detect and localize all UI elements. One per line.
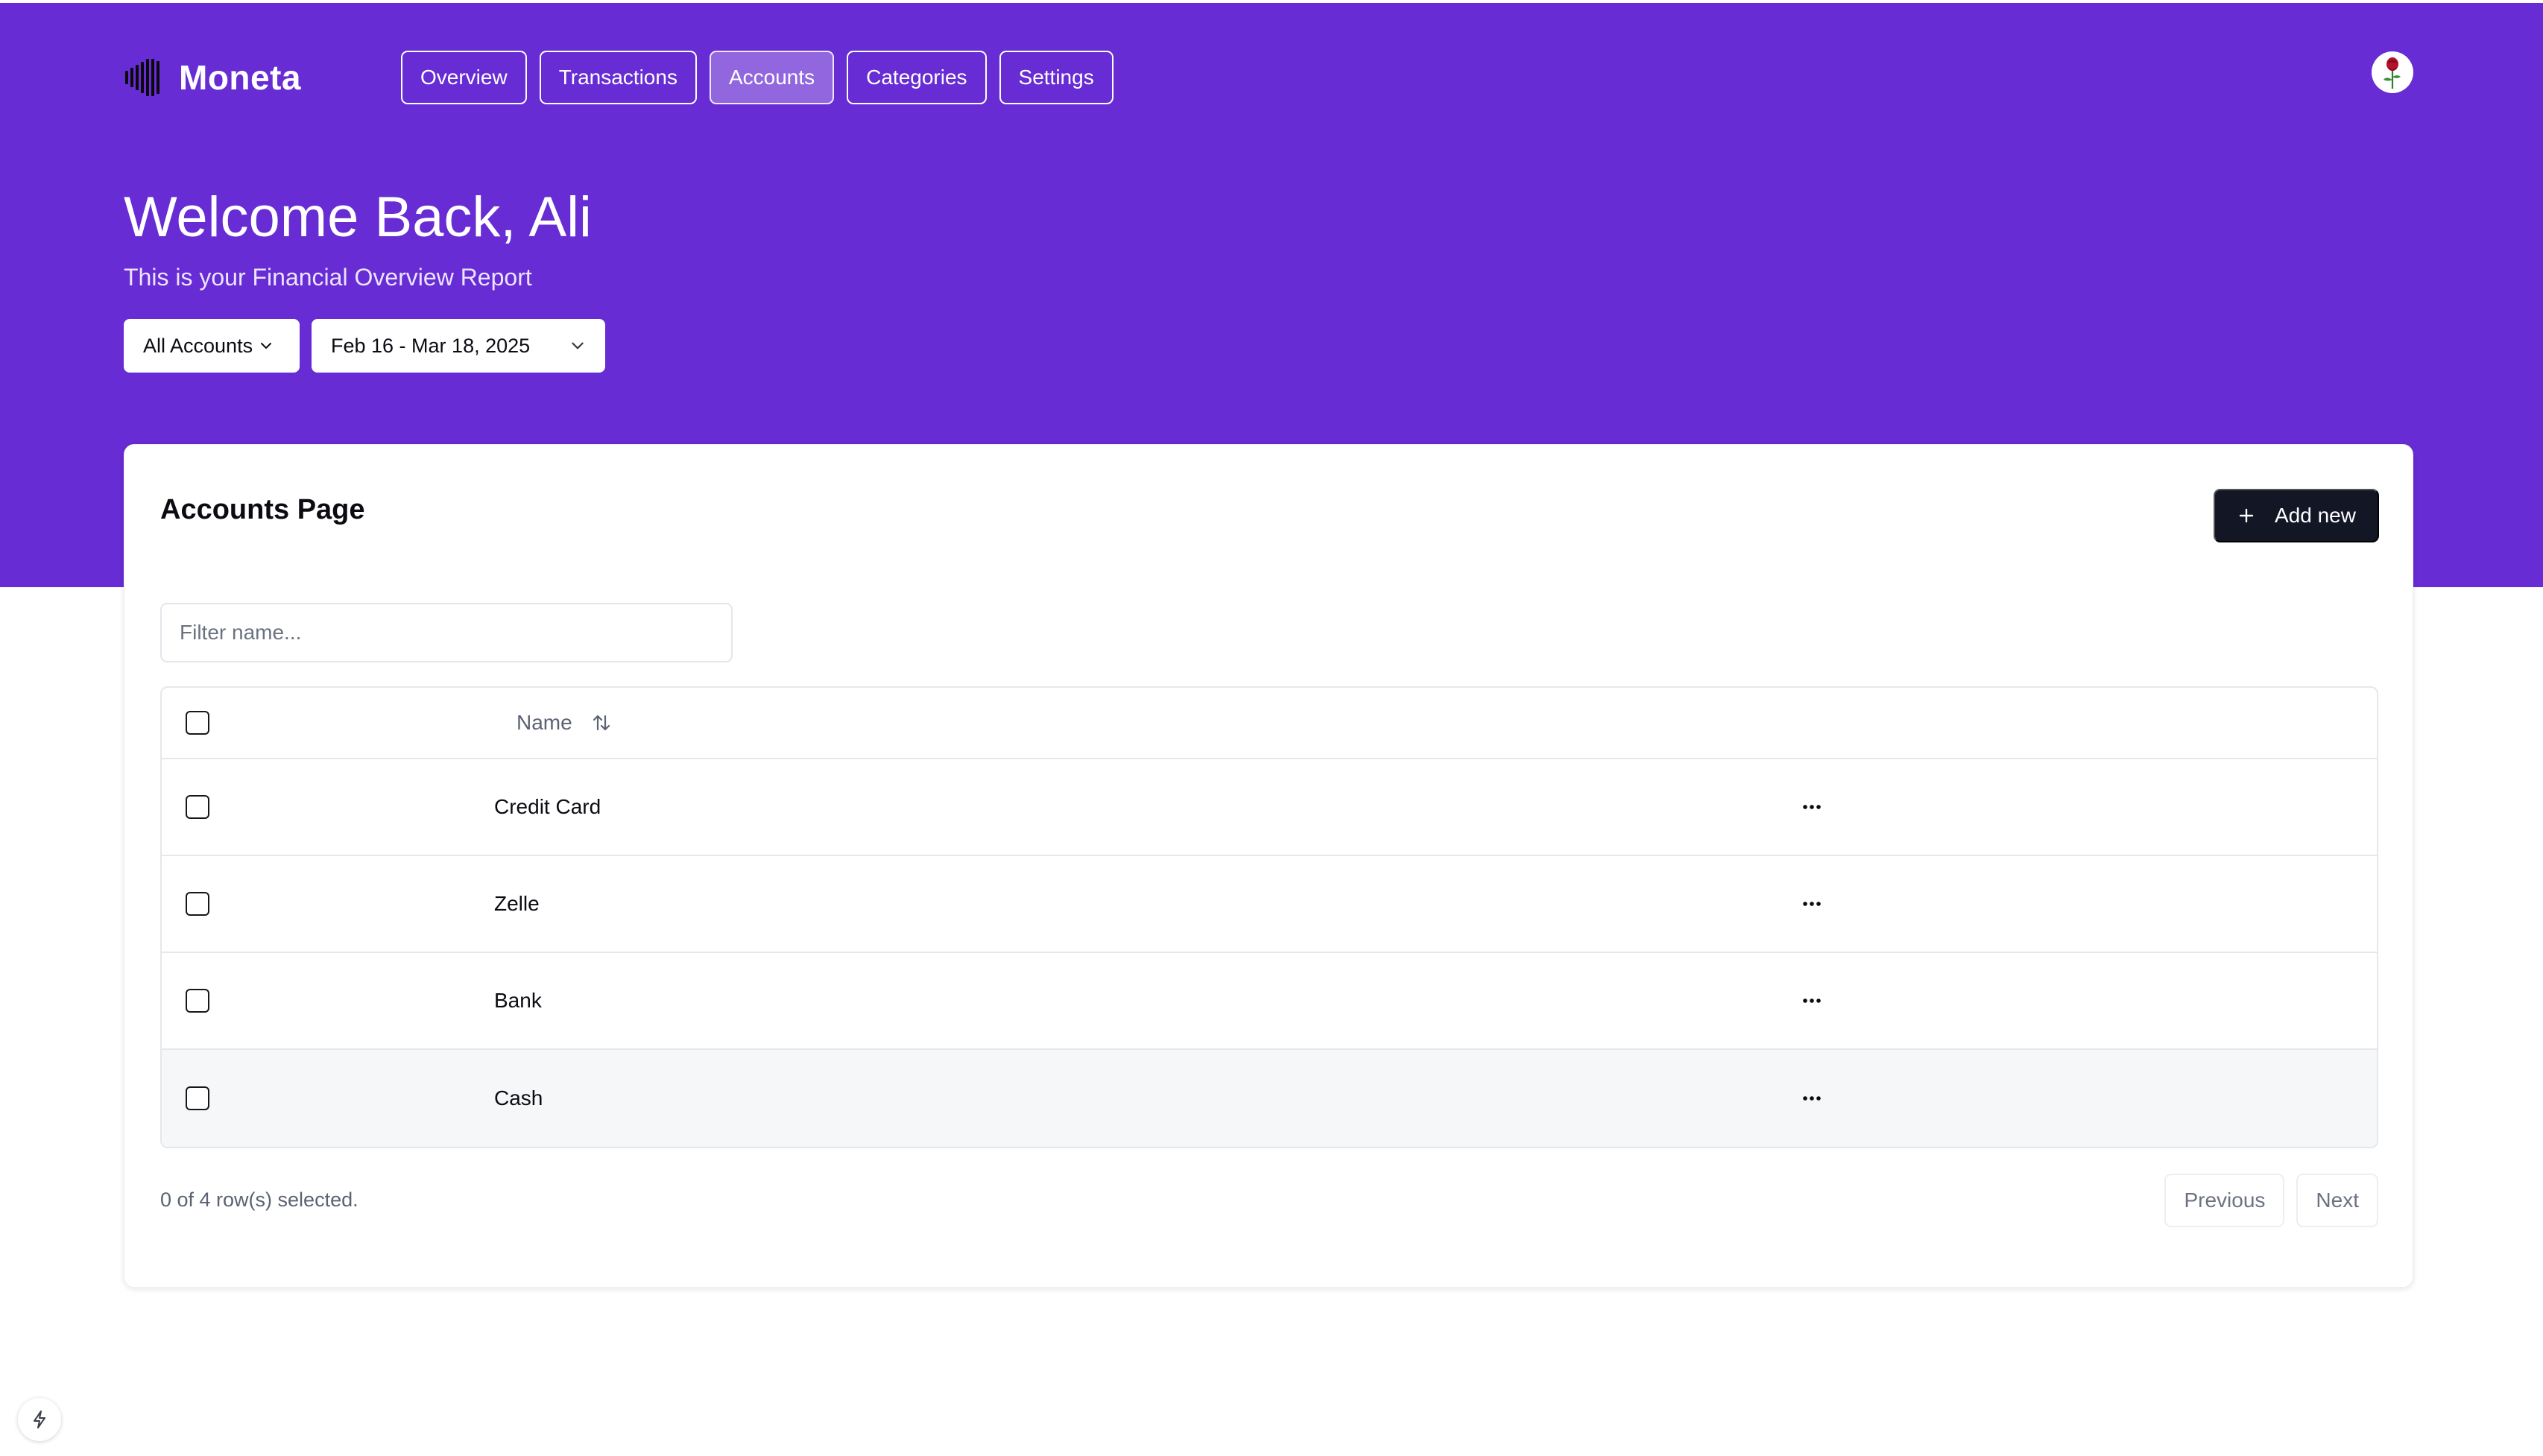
logo-icon — [125, 58, 162, 97]
page-title: Accounts Page — [160, 494, 365, 525]
date-range-value: Feb 16 - Mar 18, 2025 — [331, 334, 531, 357]
account-name: Zelle — [494, 892, 540, 915]
nav-transactions[interactable]: Transactions — [539, 51, 697, 104]
more-actions-icon[interactable] — [1794, 1080, 1830, 1116]
add-new-label: Add new — [2275, 504, 2356, 527]
filter-bar: All Accounts Feb 16 - Mar 18, 2025 — [124, 319, 605, 373]
avatar[interactable] — [2372, 51, 2413, 93]
filter-name-input[interactable] — [160, 603, 733, 662]
accounts-table: Name Credit Card Zelle Bank Cash — [160, 686, 2378, 1148]
chevron-down-icon — [572, 342, 584, 349]
account-name: Credit Card — [494, 795, 601, 818]
welcome-heading: Welcome Back, Ali — [124, 186, 592, 249]
previous-button[interactable]: Previous — [2164, 1174, 2285, 1227]
nav-accounts[interactable]: Accounts — [709, 51, 835, 104]
chevron-down-icon — [261, 343, 272, 349]
date-range-select[interactable]: Feb 16 - Mar 18, 2025 — [312, 319, 605, 373]
nav-overview[interactable]: Overview — [401, 51, 527, 104]
account-select-value: All Accounts — [143, 334, 253, 357]
app-name: Moneta — [179, 58, 301, 97]
table-header: Name — [162, 688, 2377, 759]
main-nav: Overview Transactions Accounts Categorie… — [401, 51, 1113, 104]
sort-icon — [593, 715, 610, 731]
lightning-icon — [34, 1411, 45, 1428]
next-button[interactable]: Next — [2296, 1174, 2378, 1227]
rose-icon — [2384, 57, 2401, 89]
nav-categories[interactable]: Categories — [847, 51, 987, 104]
row-checkbox[interactable] — [186, 989, 209, 1013]
more-actions-icon[interactable] — [1794, 886, 1830, 922]
account-name: Cash — [494, 1086, 543, 1110]
more-actions-icon[interactable] — [1794, 789, 1830, 825]
dev-tools-button[interactable] — [18, 1398, 61, 1441]
row-checkbox[interactable] — [186, 892, 209, 916]
brand[interactable]: Moneta — [125, 54, 301, 101]
table-row[interactable]: Bank — [162, 953, 2377, 1050]
accounts-card: Accounts Page Add new Name Credit Card — [124, 444, 2413, 1288]
row-checkbox[interactable] — [186, 1086, 209, 1110]
table-row[interactable]: Credit Card — [162, 759, 2377, 856]
select-all-checkbox[interactable] — [186, 711, 209, 735]
plus-icon — [2239, 508, 2254, 523]
nav-settings[interactable]: Settings — [999, 51, 1113, 104]
account-select[interactable]: All Accounts — [124, 319, 300, 373]
name-column-label: Name — [517, 711, 572, 734]
table-row[interactable]: Zelle — [162, 856, 2377, 953]
pagination: Previous Next — [2164, 1174, 2378, 1227]
more-actions-icon[interactable] — [1794, 983, 1830, 1019]
account-name: Bank — [494, 989, 542, 1012]
add-new-button[interactable]: Add new — [2214, 489, 2379, 542]
welcome-subtitle: This is your Financial Overview Report — [124, 264, 532, 291]
name-column-header[interactable]: Name — [517, 711, 613, 735]
table-row[interactable]: Cash — [162, 1050, 2377, 1147]
row-checkbox[interactable] — [186, 795, 209, 819]
selection-status: 0 of 4 row(s) selected. — [160, 1188, 358, 1211]
